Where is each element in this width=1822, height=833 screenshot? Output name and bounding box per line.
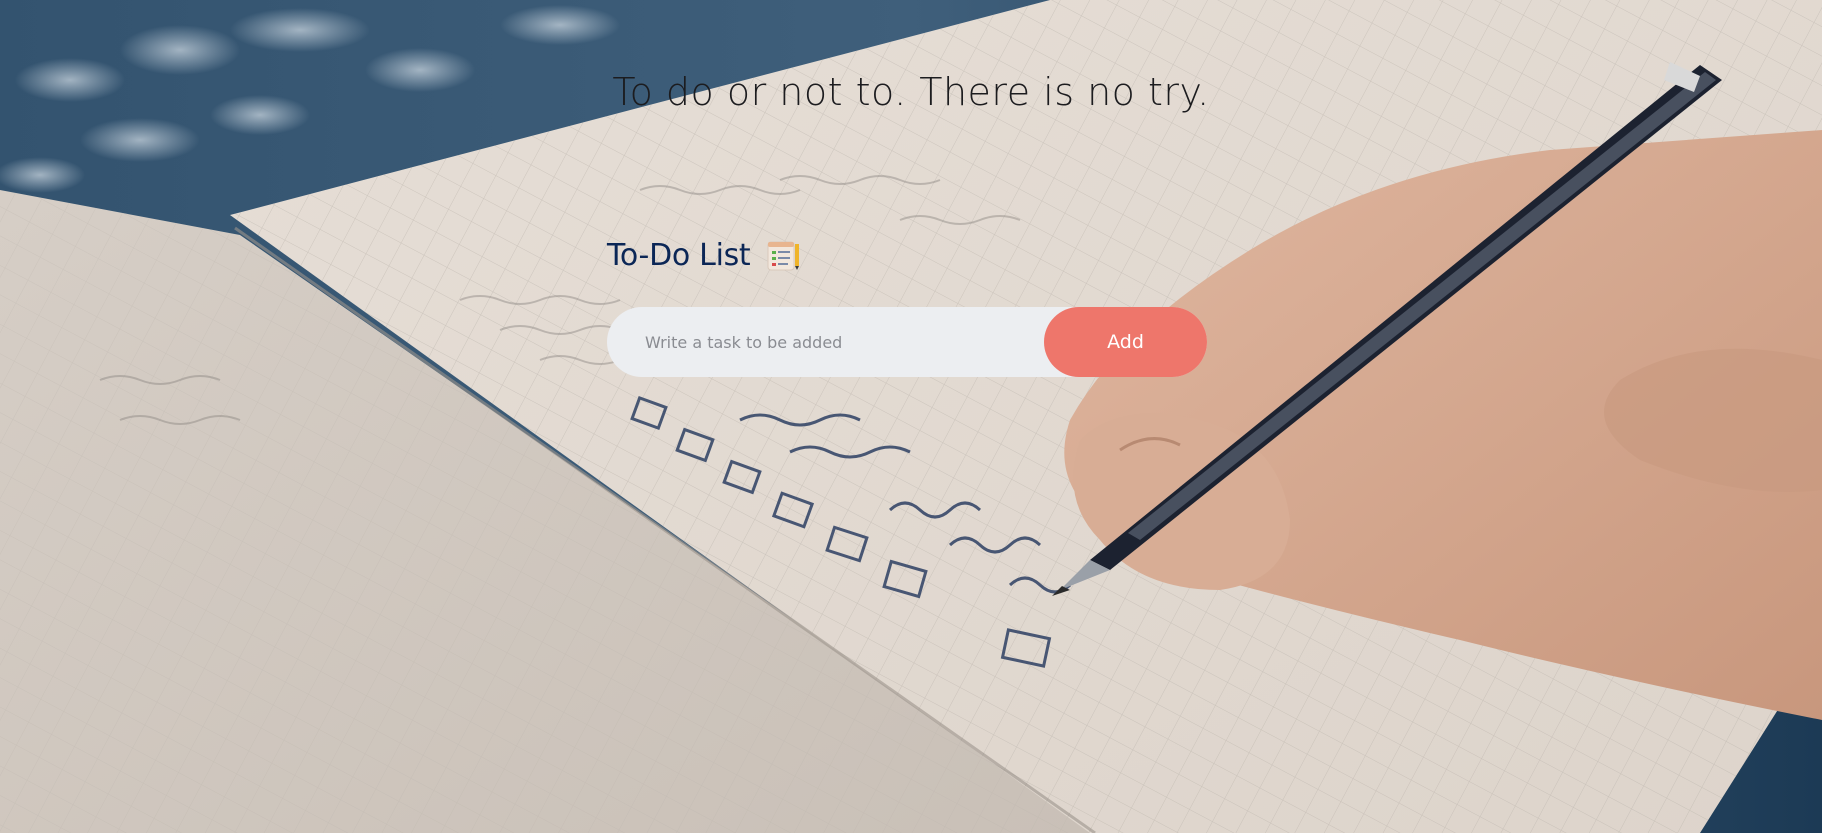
- todo-header: To-Do List: [607, 238, 800, 273]
- notebook-hand-illustration: [0, 0, 1822, 833]
- background-photo: [0, 0, 1822, 833]
- add-task-row: Add: [607, 307, 1207, 377]
- page-quote: To do or not to. There is no try.: [612, 70, 1210, 114]
- todo-title: To-Do List: [607, 238, 751, 273]
- checklist-notepad-icon: [766, 240, 800, 272]
- task-input[interactable]: [607, 307, 1037, 377]
- add-button[interactable]: Add: [1044, 307, 1207, 377]
